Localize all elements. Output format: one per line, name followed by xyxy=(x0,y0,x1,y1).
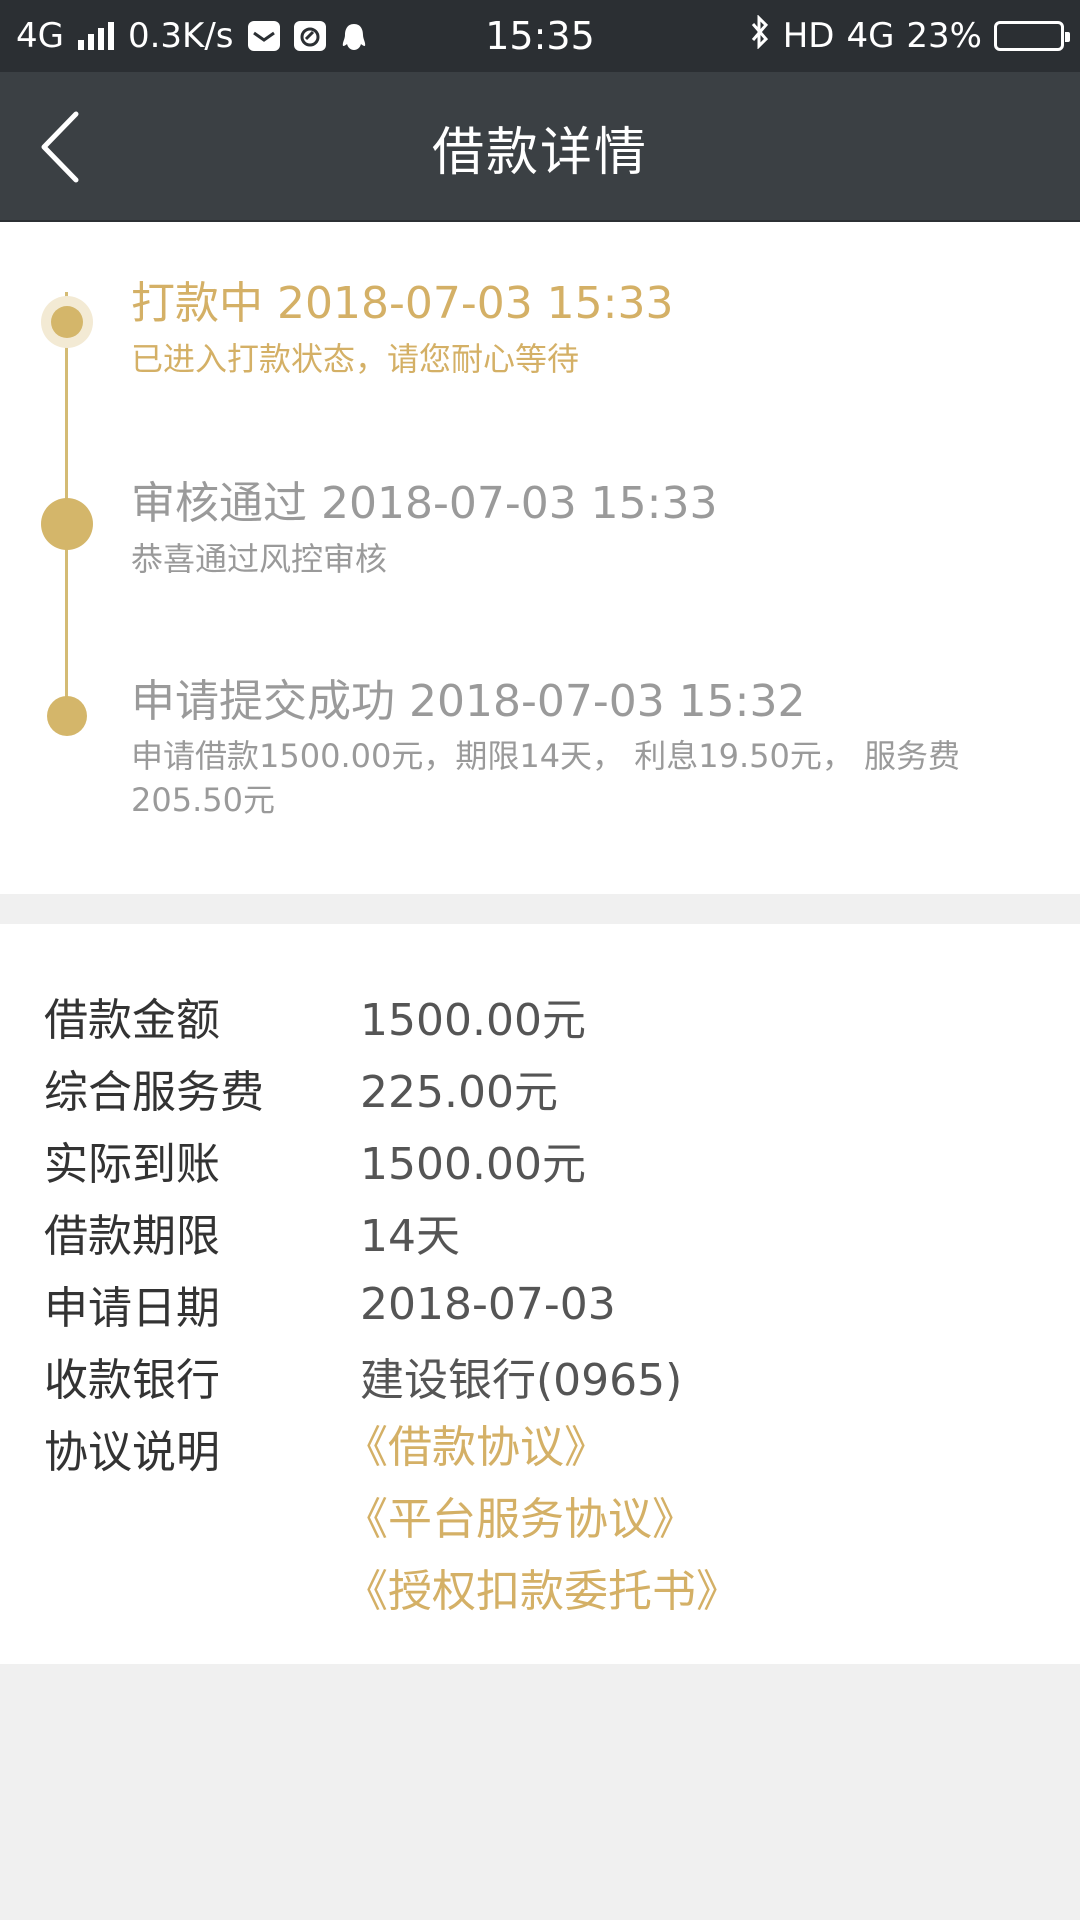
loan-agreement-link[interactable]: 《借款协议》 xyxy=(344,1412,740,1484)
timeline-dot xyxy=(47,696,87,736)
hd-indicator: HD xyxy=(782,16,835,56)
detail-row: 收款银行 建设银行(0965) xyxy=(44,1346,682,1406)
detail-value: 1500.00元 xyxy=(360,995,586,1046)
page-title: 借款详情 xyxy=(431,122,648,183)
timeline-title: 申请提交成功 2018-07-03 15:32 xyxy=(131,676,806,727)
timeline-dot-active xyxy=(51,306,83,338)
timeline-item: 审核通过 2018-07-03 15:33 恭喜通过风控审核 xyxy=(131,476,1040,582)
timeline-desc: 已进入打款状态，请您耐心等待 xyxy=(131,340,580,378)
network-type-right: 4G xyxy=(846,16,895,56)
loan-detail-screen: 4G 0.3K/s 15:35 HD 4G 23% 借款详情 打款中 2018-… xyxy=(0,0,1080,1920)
network-type: 4G xyxy=(16,16,64,56)
timeline-item: 打款中 2018-07-03 15:33 已进入打款状态，请您耐心等待 xyxy=(131,276,1040,382)
timeline-title: 打款中 2018-07-03 15:33 xyxy=(131,278,674,329)
detail-label: 实际到账 xyxy=(44,1139,220,1190)
detail-value: 225.00元 xyxy=(360,1067,558,1118)
timeline-desc: 申请借款1500.00元，期限14天， 利息19.50元， 服务费205.50元 xyxy=(131,737,961,819)
detail-value: 建设银行(0965) xyxy=(360,1355,683,1406)
agreements-label: 协议说明 xyxy=(44,1427,220,1478)
agreements-row: 协议说明 xyxy=(44,1418,360,1478)
signal-icon xyxy=(77,22,114,50)
battery-icon xyxy=(994,21,1070,51)
debit-authorization-link[interactable]: 《授权扣款委托书》 xyxy=(344,1556,740,1628)
loan-details: 借款金额 1500.00元 综合服务费 225.00元 实际到账 1500.00… xyxy=(0,924,1080,1664)
qq-icon xyxy=(340,21,368,51)
status-bar: 4G 0.3K/s 15:35 HD 4G 23% xyxy=(0,0,1080,72)
platform-service-agreement-link[interactable]: 《平台服务协议》 xyxy=(344,1484,740,1556)
detail-value: 14天 xyxy=(360,1211,460,1262)
timeline-dot xyxy=(41,498,93,550)
battery-level: 23% xyxy=(906,16,982,56)
detail-value: 2018-07-03 xyxy=(360,1278,616,1330)
timeline-title: 审核通过 2018-07-03 15:33 xyxy=(131,478,718,529)
detail-row: 借款期限 14天 xyxy=(44,1202,460,1262)
detail-row: 实际到账 1500.00元 xyxy=(44,1130,586,1190)
nav-bar: 借款详情 xyxy=(0,72,1080,222)
progress-timeline: 打款中 2018-07-03 15:33 已进入打款状态，请您耐心等待 审核通过… xyxy=(0,222,1080,894)
detail-value: 1500.00元 xyxy=(360,1139,586,1190)
detail-label: 借款金额 xyxy=(44,995,220,1046)
timeline-item: 申请提交成功 2018-07-03 15:32 申请借款1500.00元，期限1… xyxy=(131,674,1040,822)
detail-row: 综合服务费 225.00元 xyxy=(44,1058,558,1118)
app-notification-icon xyxy=(293,21,326,51)
detail-label: 申请日期 xyxy=(44,1283,220,1334)
mail-icon xyxy=(247,21,280,51)
status-left: 4G 0.3K/s xyxy=(16,0,368,72)
detail-label: 综合服务费 xyxy=(44,1067,264,1118)
network-speed: 0.3K/s xyxy=(127,16,234,56)
status-right: HD 4G 23% xyxy=(749,0,1070,72)
detail-row: 借款金额 1500.00元 xyxy=(44,986,586,1046)
detail-row: 申请日期 2018-07-03 xyxy=(44,1274,616,1335)
detail-label: 借款期限 xyxy=(44,1211,220,1262)
agreement-links: 《借款协议》 《平台服务协议》 《授权扣款委托书》 xyxy=(344,1412,740,1628)
bluetooth-icon xyxy=(749,13,771,58)
detail-label: 收款银行 xyxy=(44,1355,220,1406)
timeline-desc: 恭喜通过风控审核 xyxy=(131,540,388,578)
